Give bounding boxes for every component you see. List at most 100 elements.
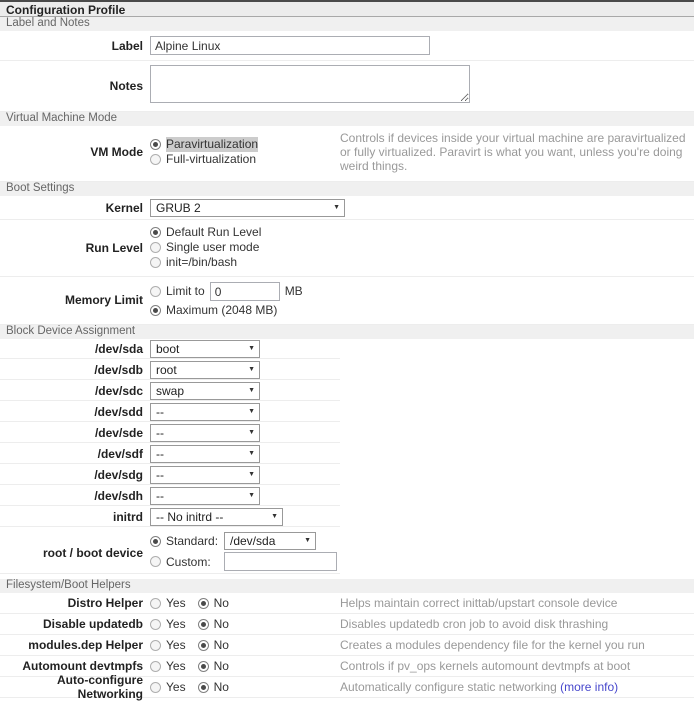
- device-sdh-label: /dev/sdh: [0, 489, 150, 503]
- yes-label[interactable]: Yes: [166, 596, 186, 610]
- paravirtualization-radio[interactable]: [150, 139, 161, 150]
- no-label[interactable]: No: [214, 617, 229, 631]
- yes-label[interactable]: Yes: [166, 680, 186, 694]
- yes-label[interactable]: Yes: [166, 617, 186, 631]
- disable-updatedb-row: Disable updatedb Yes No Disables updated…: [0, 614, 694, 635]
- auto-configure-networking-row: Auto-configure Networking Yes No Automat…: [0, 677, 694, 698]
- notes-row: Notes: [0, 61, 694, 112]
- auto-configure-networking-no-radio[interactable]: [198, 682, 209, 693]
- device-sdh-select-value: --: [156, 488, 164, 504]
- standard-device-select-value: /dev/sda: [230, 533, 275, 549]
- disable-updatedb-no-radio[interactable]: [198, 619, 209, 630]
- modules-dep-yes-radio[interactable]: [150, 640, 161, 651]
- modules-dep-no-radio[interactable]: [198, 640, 209, 651]
- limit-to-option-label[interactable]: Limit to: [166, 282, 205, 301]
- device-sdf-select[interactable]: -- ▼: [150, 445, 260, 463]
- automount-devtmpfs-help-text: Controls if pv_ops kernels automount dev…: [340, 659, 694, 673]
- vm-mode-field-label: VM Mode: [0, 145, 150, 159]
- standard-option-label[interactable]: Standard:: [166, 534, 224, 548]
- default-run-level-option-label[interactable]: Default Run Level: [166, 225, 261, 240]
- chevron-down-icon: ▼: [248, 488, 255, 504]
- device-sdc-select-value: swap: [156, 383, 184, 399]
- device-row-sdc: /dev/sdc swap ▼: [0, 381, 694, 402]
- maximum-memory-option-label[interactable]: Maximum (2048 MB): [166, 303, 277, 318]
- kernel-field-label: Kernel: [0, 201, 150, 215]
- paravirtualization-option-label[interactable]: Paravirtualization: [166, 137, 258, 152]
- device-sdg-select[interactable]: -- ▼: [150, 466, 260, 484]
- chevron-down-icon: ▼: [271, 509, 278, 525]
- section-label-and-notes: Label and Notes: [0, 17, 694, 31]
- run-level-field-label: Run Level: [0, 241, 150, 255]
- section-virtual-machine-mode: Virtual Machine Mode: [0, 112, 694, 126]
- more-info-link[interactable]: (more info): [560, 680, 618, 694]
- notes-field-label: Notes: [0, 79, 150, 93]
- configuration-profile-page: Configuration Profile Label and Notes La…: [0, 0, 694, 698]
- device-sdh-select[interactable]: -- ▼: [150, 487, 260, 505]
- no-label[interactable]: No: [214, 596, 229, 610]
- disable-updatedb-label: Disable updatedb: [0, 617, 150, 631]
- auto-configure-networking-label: Auto-configure Networking: [0, 673, 150, 701]
- init-bin-bash-radio[interactable]: [150, 257, 161, 268]
- root-boot-device-row: root / boot device Standard: /dev/sda ▼ …: [0, 528, 694, 579]
- device-row-sdh: /dev/sdh -- ▼: [0, 486, 694, 507]
- device-sdc-select[interactable]: swap ▼: [150, 382, 260, 400]
- custom-device-input[interactable]: [224, 552, 337, 571]
- section-filesystem-boot-helpers: Filesystem/Boot Helpers: [0, 579, 694, 593]
- default-run-level-radio[interactable]: [150, 227, 161, 238]
- device-sda-label: /dev/sda: [0, 342, 150, 356]
- standard-device-select[interactable]: /dev/sda ▼: [224, 532, 316, 550]
- chevron-down-icon: ▼: [248, 383, 255, 399]
- chevron-down-icon: ▼: [304, 533, 311, 549]
- device-sdb-select[interactable]: root ▼: [150, 361, 260, 379]
- chevron-down-icon: ▼: [248, 467, 255, 483]
- label-field-label: Label: [0, 39, 150, 53]
- disable-updatedb-yes-radio[interactable]: [150, 619, 161, 630]
- custom-option-label[interactable]: Custom:: [166, 555, 224, 569]
- device-sdf-select-value: --: [156, 446, 164, 462]
- chevron-down-icon: ▼: [248, 425, 255, 441]
- disable-updatedb-help-text: Disables updatedb cron job to avoid disk…: [340, 617, 694, 631]
- limit-to-radio[interactable]: [150, 286, 161, 297]
- custom-device-radio[interactable]: [150, 556, 161, 567]
- device-row-sdb: /dev/sdb root ▼: [0, 360, 694, 381]
- maximum-memory-radio[interactable]: [150, 305, 161, 316]
- device-row-sde: /dev/sde -- ▼: [0, 423, 694, 444]
- device-sdb-select-value: root: [156, 362, 177, 378]
- init-bin-bash-option-label[interactable]: init=/bin/bash: [166, 255, 237, 270]
- no-label[interactable]: No: [214, 659, 229, 673]
- device-sde-select[interactable]: -- ▼: [150, 424, 260, 442]
- device-sdd-select[interactable]: -- ▼: [150, 403, 260, 421]
- kernel-row: Kernel GRUB 2 ▼: [0, 196, 694, 220]
- chevron-down-icon: ▼: [248, 341, 255, 357]
- standard-device-radio[interactable]: [150, 536, 161, 547]
- no-label[interactable]: No: [214, 680, 229, 694]
- yes-label[interactable]: Yes: [166, 659, 186, 673]
- distro-helper-yes-radio[interactable]: [150, 598, 161, 609]
- auto-configure-networking-yes-radio[interactable]: [150, 682, 161, 693]
- initrd-select-value: -- No initrd --: [156, 509, 223, 525]
- automount-devtmpfs-no-radio[interactable]: [198, 661, 209, 672]
- device-row-sdg: /dev/sdg -- ▼: [0, 465, 694, 486]
- automount-devtmpfs-yes-radio[interactable]: [150, 661, 161, 672]
- device-sdf-label: /dev/sdf: [0, 447, 150, 461]
- run-level-row: Run Level Default Run Level Single user …: [0, 220, 694, 277]
- full-virtualization-option-label[interactable]: Full-virtualization: [166, 152, 256, 167]
- single-user-mode-radio[interactable]: [150, 242, 161, 253]
- yes-label[interactable]: Yes: [166, 638, 186, 652]
- single-user-mode-option-label[interactable]: Single user mode: [166, 240, 259, 255]
- automount-devtmpfs-label: Automount devtmpfs: [0, 659, 150, 673]
- memory-limit-input[interactable]: [210, 282, 280, 301]
- chevron-down-icon: ▼: [248, 446, 255, 462]
- device-row-sda: /dev/sda boot ▼: [0, 339, 694, 360]
- device-sdg-label: /dev/sdg: [0, 468, 150, 482]
- kernel-select[interactable]: GRUB 2 ▼: [150, 199, 345, 217]
- distro-helper-no-radio[interactable]: [198, 598, 209, 609]
- section-boot-settings: Boot Settings: [0, 182, 694, 196]
- page-title: Configuration Profile: [0, 0, 694, 17]
- device-sda-select[interactable]: boot ▼: [150, 340, 260, 358]
- modules-dep-helper-row: modules.dep Helper Yes No Creates a modu…: [0, 635, 694, 656]
- no-label[interactable]: No: [214, 638, 229, 652]
- full-virtualization-radio[interactable]: [150, 154, 161, 165]
- initrd-select[interactable]: -- No initrd -- ▼: [150, 508, 283, 526]
- memory-limit-field-label: Memory Limit: [0, 293, 150, 307]
